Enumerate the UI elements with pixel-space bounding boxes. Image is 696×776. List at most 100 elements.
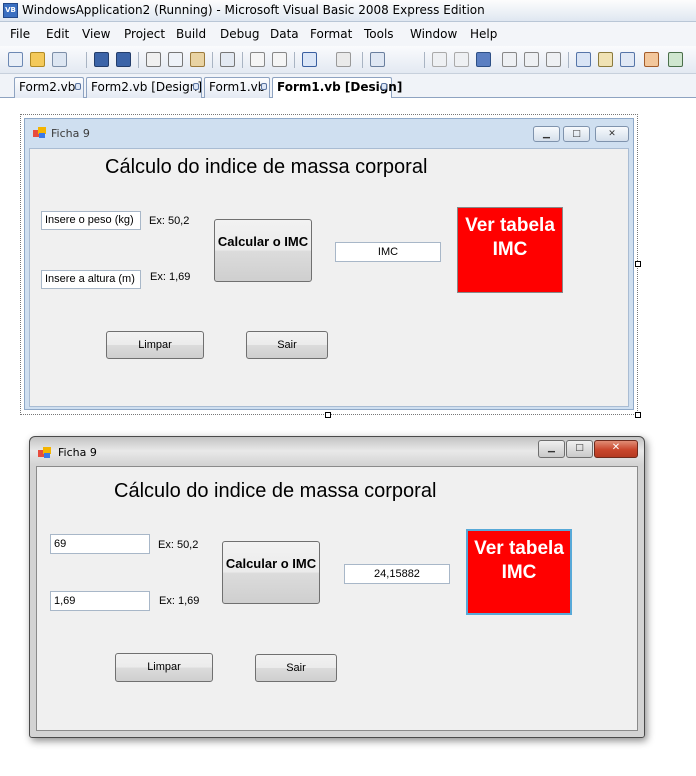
save-icon[interactable] — [94, 52, 109, 67]
maximize-button[interactable]: □ — [563, 126, 590, 142]
toolbox-icon[interactable] — [644, 52, 659, 67]
solution-explorer-icon[interactable] — [576, 52, 591, 67]
peso-example-label: Ex: 50,2 — [149, 215, 190, 227]
altura-example-label: Ex: 1,69 — [159, 595, 200, 607]
menu-build[interactable]: Build — [176, 27, 206, 41]
toolbar-separator — [242, 52, 243, 68]
standard-toolbar — [0, 46, 696, 74]
running-form-window[interactable]: Ficha 9 ▁ □ ✕ Cálculo do indice de massa… — [29, 436, 645, 738]
lock-icon — [193, 83, 199, 90]
resize-handle-bottom[interactable] — [325, 412, 331, 418]
close-button[interactable]: ✕ — [594, 440, 638, 458]
form-title: Ficha 9 — [51, 127, 90, 140]
undo-icon[interactable] — [302, 52, 317, 67]
menu-tools[interactable]: Tools — [364, 27, 394, 41]
resize-handle-right[interactable] — [635, 261, 641, 267]
minimize-icon: ▁ — [543, 129, 550, 139]
form-client-area: Cálculo do indice de massa corporal 69 E… — [36, 466, 638, 731]
imc-output[interactable]: IMC — [335, 242, 441, 262]
add-item-icon[interactable] — [8, 52, 23, 67]
toolbar-separator — [212, 52, 213, 68]
peso-example-label: Ex: 50,2 — [158, 539, 199, 551]
menu-debug[interactable]: Debug — [220, 27, 259, 41]
lock-icon — [381, 83, 387, 90]
menu-view[interactable]: View — [82, 27, 110, 41]
sair-button[interactable]: Sair — [255, 654, 337, 682]
menu-data[interactable]: Data — [270, 27, 299, 41]
start-icon[interactable] — [432, 52, 447, 67]
close-icon: ✕ — [608, 129, 616, 139]
form-app-icon — [38, 446, 52, 459]
menu-help[interactable]: Help — [470, 27, 497, 41]
app-title-bar: VB WindowsApplication2 (Running) - Micro… — [0, 0, 696, 22]
menu-edit[interactable]: Edit — [46, 27, 69, 41]
sair-button[interactable]: Sair — [246, 331, 328, 359]
redo-icon[interactable] — [336, 52, 351, 67]
pause-icon[interactable] — [454, 52, 469, 67]
toolbar-separator — [362, 52, 363, 68]
tab-label: Form2.vb [Design] — [91, 80, 203, 94]
tab-form1-code[interactable]: Form1.vb — [204, 77, 270, 98]
calcular-imc-button[interactable]: Calcular o IMC — [214, 219, 312, 282]
altura-input[interactable]: Insere a altura (m) — [41, 270, 141, 289]
toolbar-separator — [424, 52, 425, 68]
tab-label: Form1.vb — [209, 80, 266, 94]
uncomment-icon[interactable] — [272, 52, 287, 67]
peso-input[interactable]: Insere o peso (kg) — [41, 211, 141, 230]
stop-icon[interactable] — [476, 52, 491, 67]
find-icon[interactable] — [220, 52, 235, 67]
close-button[interactable]: ✕ — [595, 126, 629, 142]
resize-handle-corner[interactable] — [635, 412, 641, 418]
limpar-button[interactable]: Limpar — [115, 653, 213, 682]
navigate-icon[interactable] — [370, 52, 385, 67]
cut-icon[interactable] — [146, 52, 161, 67]
options-icon[interactable] — [668, 52, 683, 67]
open-icon[interactable] — [30, 52, 45, 67]
peso-input[interactable]: 69 — [50, 534, 150, 554]
maximize-button[interactable]: □ — [566, 440, 593, 458]
save-all-icon[interactable] — [116, 52, 131, 67]
properties-icon[interactable] — [598, 52, 613, 67]
maximize-icon: □ — [575, 443, 584, 453]
tab-form2-design[interactable]: Form2.vb [Design] — [86, 77, 202, 98]
ver-tabela-imc-button[interactable]: Ver tabela IMC — [457, 207, 563, 293]
toolbar-separator — [568, 52, 569, 68]
comment-icon[interactable] — [250, 52, 265, 67]
vb-app-icon: VB — [3, 3, 18, 18]
limpar-button[interactable]: Limpar — [106, 331, 204, 359]
imc-output[interactable]: 24,15882 — [344, 564, 450, 584]
toolbar-separator — [294, 52, 295, 68]
minimize-button[interactable]: ▁ — [538, 440, 565, 458]
close-icon: ✕ — [611, 442, 621, 453]
tab-form1-design[interactable]: Form1.vb [Design] — [272, 77, 402, 99]
lock-icon — [261, 83, 267, 90]
calcular-imc-button[interactable]: Calcular o IMC — [222, 541, 320, 604]
form-app-icon — [33, 126, 47, 139]
menu-project[interactable]: Project — [124, 27, 165, 41]
ver-tabela-imc-button[interactable]: Ver tabela IMC — [466, 529, 572, 615]
design-form-window[interactable]: Ficha 9 ▁ □ ✕ Cálculo do indice de massa… — [24, 118, 634, 410]
tab-form2-code[interactable]: Form2.vb — [14, 77, 84, 98]
maximize-icon: □ — [572, 129, 581, 139]
menu-file[interactable]: File — [10, 27, 30, 41]
form-heading: Cálculo do indice de massa corporal — [105, 156, 428, 178]
minimize-button[interactable]: ▁ — [533, 126, 560, 142]
step-over-icon[interactable] — [524, 52, 539, 67]
add-icon[interactable] — [52, 52, 67, 67]
paste-icon[interactable] — [190, 52, 205, 67]
form-title: Ficha 9 — [58, 446, 97, 459]
object-browser-icon[interactable] — [620, 52, 635, 67]
menu-bar: File Edit View Project Build Debug Data … — [0, 22, 696, 46]
menu-window[interactable]: Window — [410, 27, 457, 41]
step-into-icon[interactable] — [502, 52, 517, 67]
menu-format[interactable]: Format — [310, 27, 352, 41]
toolbar-separator — [138, 52, 139, 68]
copy-icon[interactable] — [168, 52, 183, 67]
minimize-icon: ▁ — [548, 443, 555, 453]
altura-input[interactable]: 1,69 — [50, 591, 150, 611]
tab-label: Form2.vb — [19, 80, 76, 94]
document-tabs: Form2.vb Form2.vb [Design] Form1.vb Form… — [0, 74, 696, 99]
step-out-icon[interactable] — [546, 52, 561, 67]
form-heading: Cálculo do indice de massa corporal — [114, 480, 437, 502]
form-client-area: Cálculo do indice de massa corporal Inse… — [29, 148, 629, 407]
